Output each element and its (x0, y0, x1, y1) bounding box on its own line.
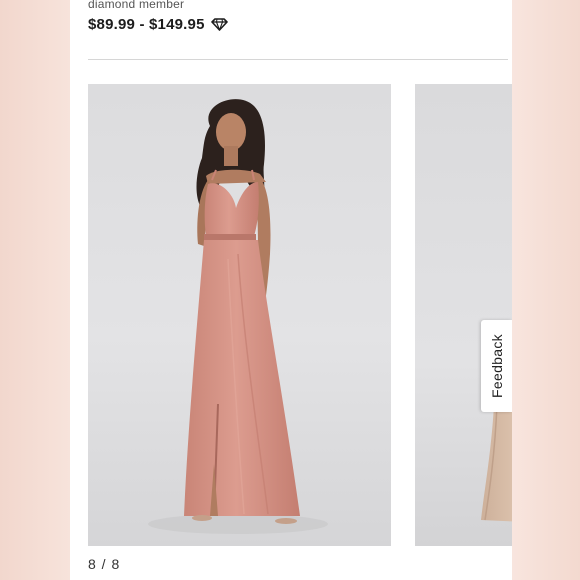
diamond-icon (210, 18, 228, 31)
price-row: $89.99 - $149.95 (88, 16, 228, 33)
image-counter: 8 / 8 (88, 556, 121, 572)
background-right (512, 0, 580, 580)
feedback-button[interactable]: Feedback (481, 320, 512, 412)
background-left (0, 0, 70, 580)
product-image-next[interactable] (415, 84, 512, 546)
product-image-main[interactable] (88, 84, 391, 546)
divider (88, 59, 508, 60)
price-range: $89.99 - $149.95 (88, 16, 205, 33)
feedback-label: Feedback (488, 334, 505, 398)
product-panel: diamond member $89.99 - $149.95 Feedback… (70, 0, 512, 580)
member-label: diamond member (88, 0, 185, 11)
